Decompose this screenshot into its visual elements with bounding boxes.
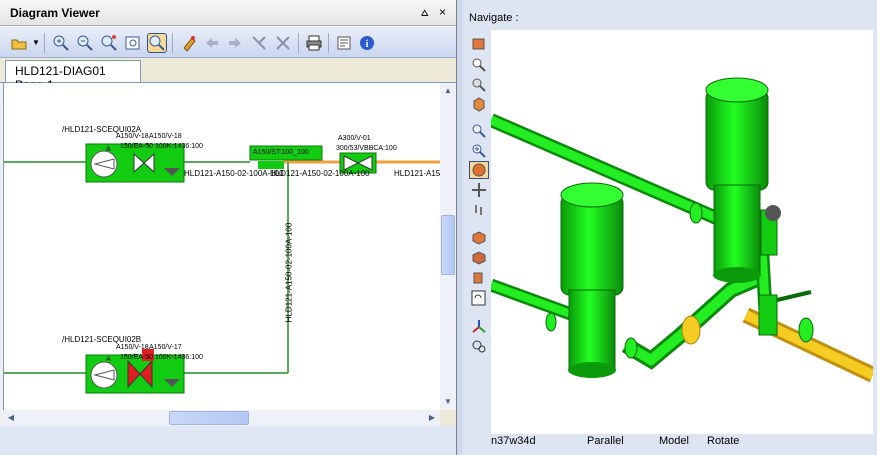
vertical-scroll-thumb[interactable] xyxy=(441,215,455,275)
scroll-right-icon[interactable]: ▶ xyxy=(424,410,440,426)
equip-b-spec2: 100K-1436:100 xyxy=(155,354,203,361)
tool-a-icon[interactable] xyxy=(250,34,268,52)
tool-b-icon[interactable] xyxy=(274,34,292,52)
horizontal-scroll-thumb[interactable] xyxy=(169,411,249,425)
zoom-select-icon[interactable] xyxy=(147,33,167,53)
diagram-viewer-panel: Diagram Viewer ⩟ × ▼ i HLD121-DIAG01 /HL… xyxy=(0,0,457,455)
diagram-canvas[interactable]: /HLD121-SCEQUI02A A A150/V-18 A150/V-18 … xyxy=(3,83,441,410)
3d-view[interactable] xyxy=(491,30,873,434)
valve-a300-label: A300/V-01 xyxy=(338,135,371,142)
settings-icon[interactable] xyxy=(470,338,488,354)
scroll-up-icon[interactable]: ▲ xyxy=(440,83,456,99)
status-direction: n37w34d xyxy=(491,435,536,447)
clip-icon[interactable] xyxy=(470,250,488,266)
line-b-label: HLD121-A150-02-100A-100 xyxy=(270,169,370,178)
close-icon[interactable]: × xyxy=(439,5,446,19)
navigate-toolbar xyxy=(466,36,490,366)
status-action: Rotate xyxy=(707,435,740,447)
vertical-line-label: HLD121-A150-02-100A-100 xyxy=(284,222,294,323)
pan-icon[interactable] xyxy=(470,182,488,198)
equip-a-valve2: A150/V-18 xyxy=(149,133,182,140)
equip-b-valve1: A150/V-18 xyxy=(116,344,149,351)
fit-icon[interactable] xyxy=(124,34,142,52)
scroll-down-icon[interactable]: ▼ xyxy=(440,394,456,410)
axes-icon[interactable] xyxy=(470,318,488,334)
search-2-icon[interactable] xyxy=(470,76,488,92)
scroll-left-icon[interactable]: ◀ xyxy=(3,410,19,426)
pin-icon[interactable]: ⩟ xyxy=(421,5,428,20)
zoom-area-icon[interactable] xyxy=(100,34,118,52)
navigate-label: Navigate : xyxy=(469,12,519,24)
svg-text:i: i xyxy=(366,39,369,50)
zoom-out-icon[interactable] xyxy=(76,34,94,52)
reset-icon[interactable] xyxy=(470,270,488,286)
line-c-label: HLD121-A150 xyxy=(394,169,441,178)
equip-b-spec1: 150/EA-50 xyxy=(120,354,154,361)
back-icon[interactable] xyxy=(203,34,221,52)
diagram-toolbar: ▼ i xyxy=(0,28,456,58)
open-dropdown-icon[interactable]: ▼ xyxy=(32,38,40,47)
status-projection: Parallel xyxy=(587,435,624,447)
walk-icon[interactable] xyxy=(470,36,488,52)
navigate-panel: Navigate : n37w34d Parallel Model Rotate xyxy=(463,0,877,455)
line-a-label: HLD121-A150-02-100A-100 xyxy=(184,169,284,178)
equip-a-spec1: 150/EA-50 xyxy=(120,143,154,150)
bottom-strip xyxy=(0,426,456,455)
section-icon[interactable] xyxy=(470,230,488,246)
horizontal-scrollbar[interactable]: ◀ ▶ xyxy=(3,410,440,426)
properties-icon[interactable] xyxy=(335,34,353,52)
panel-title: Diagram Viewer xyxy=(10,6,100,20)
equip-b-valve2: A150/V-17 xyxy=(149,344,182,351)
highlight-icon[interactable] xyxy=(180,34,198,52)
refresh-icon[interactable] xyxy=(470,290,488,306)
equip-a-sub: A xyxy=(106,146,111,153)
scroll-corner xyxy=(440,410,456,426)
cube-icon[interactable] xyxy=(470,96,488,112)
equip-a-spec2: 100K-1436:100 xyxy=(155,143,203,150)
diagram-viewer-titlebar: Diagram Viewer ⩟ × xyxy=(0,0,456,26)
orbit-icon[interactable] xyxy=(469,161,489,179)
equip-b-sub: A xyxy=(106,356,111,363)
print-icon[interactable] xyxy=(305,34,323,52)
open-icon[interactable] xyxy=(10,34,28,52)
forward-icon[interactable] xyxy=(226,34,244,52)
box-label: A150/ST:100_100 xyxy=(253,149,309,156)
search-icon[interactable] xyxy=(470,56,488,72)
tab-strip: HLD121-DIAG01 Page-1 xyxy=(0,58,456,92)
zoom-icon[interactable] xyxy=(470,122,488,138)
status-mode: Model xyxy=(659,435,689,447)
equip-a-valve1: A150/V-18 xyxy=(116,133,149,140)
valve-a300-spec: 300/53/VBBCA:100 xyxy=(336,145,397,152)
zoom-in-icon[interactable] xyxy=(470,142,488,158)
vertical-scrollbar[interactable]: ▲ ▼ xyxy=(440,83,456,410)
equip-b-label: /HLD121-SCEQUI02B xyxy=(62,335,142,344)
fly-icon[interactable] xyxy=(470,202,488,218)
tab-diagram-page[interactable]: HLD121-DIAG01 Page-1 xyxy=(5,60,141,92)
zoom-in-icon[interactable] xyxy=(52,34,70,52)
info-icon[interactable]: i xyxy=(358,34,376,52)
